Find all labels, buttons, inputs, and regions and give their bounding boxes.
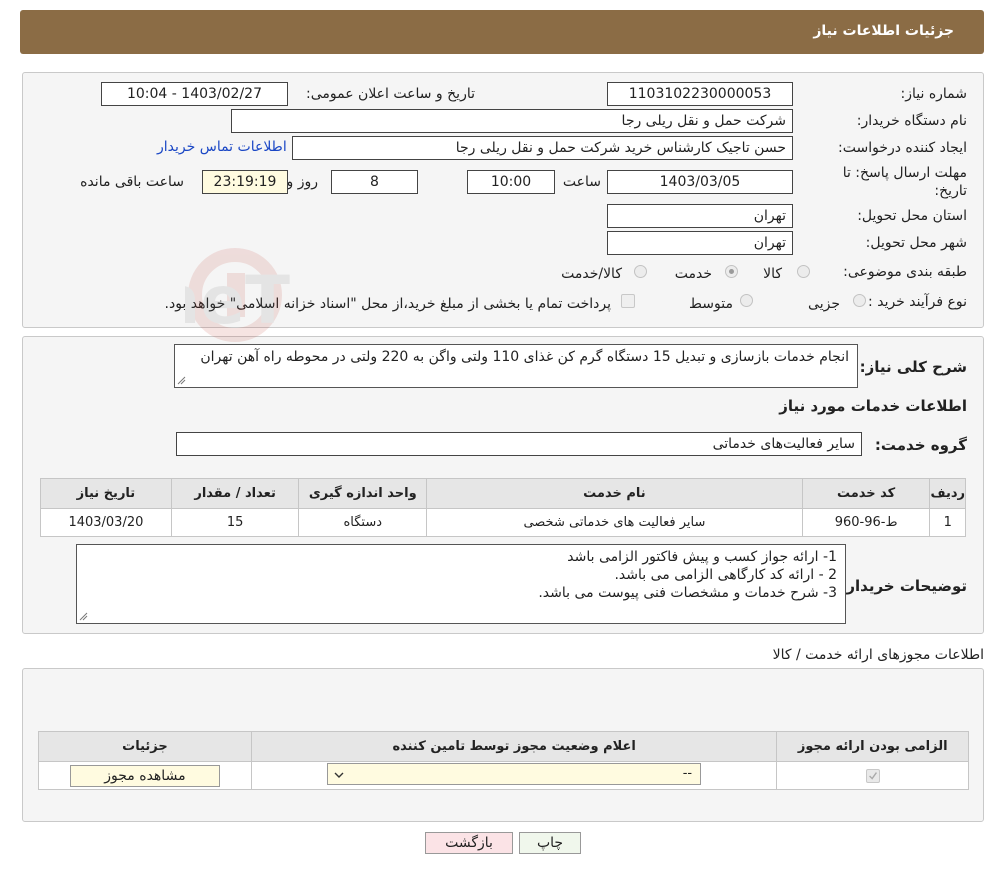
buyer-note-line: 3- شرح خدمات و مشخصات فنی پیوست می باشد. bbox=[538, 585, 837, 601]
col-need-date: تاریخ نیاز bbox=[40, 478, 172, 509]
need-number-label: شماره نیاز: bbox=[900, 86, 968, 102]
page-title: جزئیات اطلاعات نیاز bbox=[813, 23, 954, 39]
col-unit: واحد اندازه گیری bbox=[298, 478, 428, 509]
service-group-label: گروه خدمت: bbox=[874, 436, 967, 454]
province-label: استان محل تحویل: bbox=[857, 208, 967, 224]
radio-goods-label: کالا bbox=[763, 266, 782, 282]
days-label: روز و bbox=[286, 174, 319, 190]
back-button[interactable]: بازگشت bbox=[425, 832, 513, 854]
check-icon bbox=[868, 771, 877, 780]
province-field[interactable]: تهران bbox=[607, 204, 793, 228]
col-permit-details: جزئیات bbox=[38, 731, 252, 762]
announce-datetime-label: تاریخ و ساعت اعلان عمومی: bbox=[306, 86, 475, 102]
radio-medium-label: متوسط bbox=[689, 296, 733, 312]
view-permit-button[interactable]: مشاهده مجوز bbox=[69, 764, 220, 787]
need-number-field[interactable]: 1103102230000053 bbox=[607, 82, 793, 106]
cell-permit-details: مشاهده مجوز bbox=[38, 761, 252, 790]
summary-label: شرح کلی نیاز: bbox=[859, 358, 967, 376]
resize-handle-icon[interactable] bbox=[79, 612, 88, 621]
chevron-down-icon bbox=[334, 772, 344, 778]
radio-minor-label: جزیی bbox=[808, 296, 840, 312]
page-header: جزئیات اطلاعات نیاز bbox=[20, 10, 984, 54]
radio-goods-service-label: کالا/خدمت bbox=[561, 266, 622, 282]
permits-table: الزامی بودن ارائه مجوز اعلام وضعیت مجوز … bbox=[38, 731, 969, 790]
deadline-label: مهلت ارسال پاسخ: تا bbox=[842, 165, 967, 181]
days-remaining-field[interactable]: 8 bbox=[331, 170, 418, 194]
buyer-note-line: 1- ارائه جواز کسب و پیش فاکتور الزامی با… bbox=[567, 549, 837, 565]
cell-row: 1 bbox=[929, 508, 966, 537]
col-permit-required: الزامی بودن ارائه مجوز bbox=[776, 731, 969, 762]
buyer-org-label: نام دستگاه خریدار: bbox=[856, 113, 967, 129]
city-field[interactable]: تهران bbox=[607, 231, 793, 255]
contact-buyer-link[interactable]: اطلاعات تماس خریدار bbox=[157, 139, 287, 155]
buyer-notes-text[interactable]: 1- ارائه جواز کسب و پیش فاکتور الزامی با… bbox=[76, 544, 846, 624]
creator-label: ایجاد کننده درخواست: bbox=[838, 140, 967, 156]
radio-goods-service[interactable] bbox=[634, 265, 647, 278]
table-row: -- مشاهده مجوز bbox=[38, 761, 969, 790]
resize-handle-icon[interactable] bbox=[177, 376, 186, 385]
summary-text[interactable]: انجام خدمات بازسازی و تبدیل 15 دستگاه گر… bbox=[174, 344, 858, 388]
radio-goods[interactable] bbox=[797, 265, 810, 278]
print-button[interactable]: چاپ bbox=[519, 832, 581, 854]
remaining-time-field[interactable]: 23:19:19 bbox=[202, 170, 288, 194]
deadline-time-label: ساعت bbox=[562, 174, 601, 190]
announce-datetime-field[interactable]: 1403/02/27 - 10:04 bbox=[101, 82, 288, 106]
category-label: طبقه بندی موضوعی: bbox=[843, 264, 967, 280]
col-row: ردیف bbox=[929, 478, 966, 509]
buyer-note-line: 2 - ارائه کد کارگاهی الزامی می باشد. bbox=[614, 567, 837, 583]
permit-status-value: -- bbox=[682, 765, 693, 781]
cell-quantity: 15 bbox=[170, 508, 300, 537]
services-table-header: ردیف کد خدمت نام خدمت واحد اندازه گیری ت… bbox=[40, 478, 966, 509]
treasury-checkbox[interactable] bbox=[621, 294, 635, 308]
permit-required-checkbox bbox=[865, 768, 880, 783]
deadline-time-field[interactable]: 10:00 bbox=[467, 170, 555, 194]
service-group-field[interactable]: سایر فعالیت‌های خدماتی bbox=[176, 432, 862, 456]
deadline-date-field[interactable]: 1403/03/05 bbox=[607, 170, 793, 194]
radio-service[interactable] bbox=[725, 265, 738, 278]
permits-table-header: الزامی بودن ارائه مجوز اعلام وضعیت مجوز … bbox=[38, 731, 969, 762]
creator-field[interactable]: حسن تاجیک کارشناس خرید شرکت حمل و نقل ری… bbox=[292, 136, 793, 160]
cell-service-code: ط-96-960 bbox=[801, 508, 931, 537]
table-row: 1 ط-96-960 سایر فعالیت های خدماتی شخصی د… bbox=[40, 508, 966, 537]
services-table: ردیف کد خدمت نام خدمت واحد اندازه گیری ت… bbox=[40, 478, 966, 537]
treasury-note: پرداخت تمام یا بخشی از مبلغ خرید،از محل … bbox=[164, 296, 611, 312]
permits-title: اطلاعات مجوزهای ارائه خدمت / کالا bbox=[772, 647, 984, 663]
col-quantity: تعداد / مقدار bbox=[170, 478, 300, 509]
cell-permit-required bbox=[776, 761, 969, 790]
buyer-notes-label: توضیحات خریدار: bbox=[840, 577, 967, 595]
purchase-type-label: نوع فرآیند خرید : bbox=[868, 294, 967, 310]
services-section-title: اطلاعات خدمات مورد نیاز bbox=[779, 397, 967, 415]
permit-status-select[interactable]: -- bbox=[327, 762, 702, 785]
cell-need-date: 1403/03/20 bbox=[40, 508, 172, 537]
cell-unit: دستگاه bbox=[298, 508, 428, 537]
col-service-code: کد خدمت bbox=[801, 478, 931, 509]
cell-service-name: سایر فعالیت های خدماتی شخصی bbox=[426, 508, 803, 537]
deadline-label-date: تاریخ: bbox=[934, 183, 967, 199]
city-label: شهر محل تحویل: bbox=[865, 235, 967, 251]
cell-permit-status: -- bbox=[250, 761, 778, 790]
radio-service-label: خدمت bbox=[674, 266, 712, 282]
summary-text-content: انجام خدمات بازسازی و تبدیل 15 دستگاه گر… bbox=[200, 349, 849, 365]
remaining-time-label: ساعت باقی مانده bbox=[80, 174, 184, 190]
col-permit-status: اعلام وضعیت مجوز توسط تامین کننده bbox=[250, 731, 778, 762]
radio-medium[interactable] bbox=[740, 294, 753, 307]
col-service-name: نام خدمت bbox=[426, 478, 803, 509]
buyer-org-field[interactable]: شرکت حمل و نقل ریلی رجا bbox=[231, 109, 793, 133]
radio-minor[interactable] bbox=[853, 294, 866, 307]
